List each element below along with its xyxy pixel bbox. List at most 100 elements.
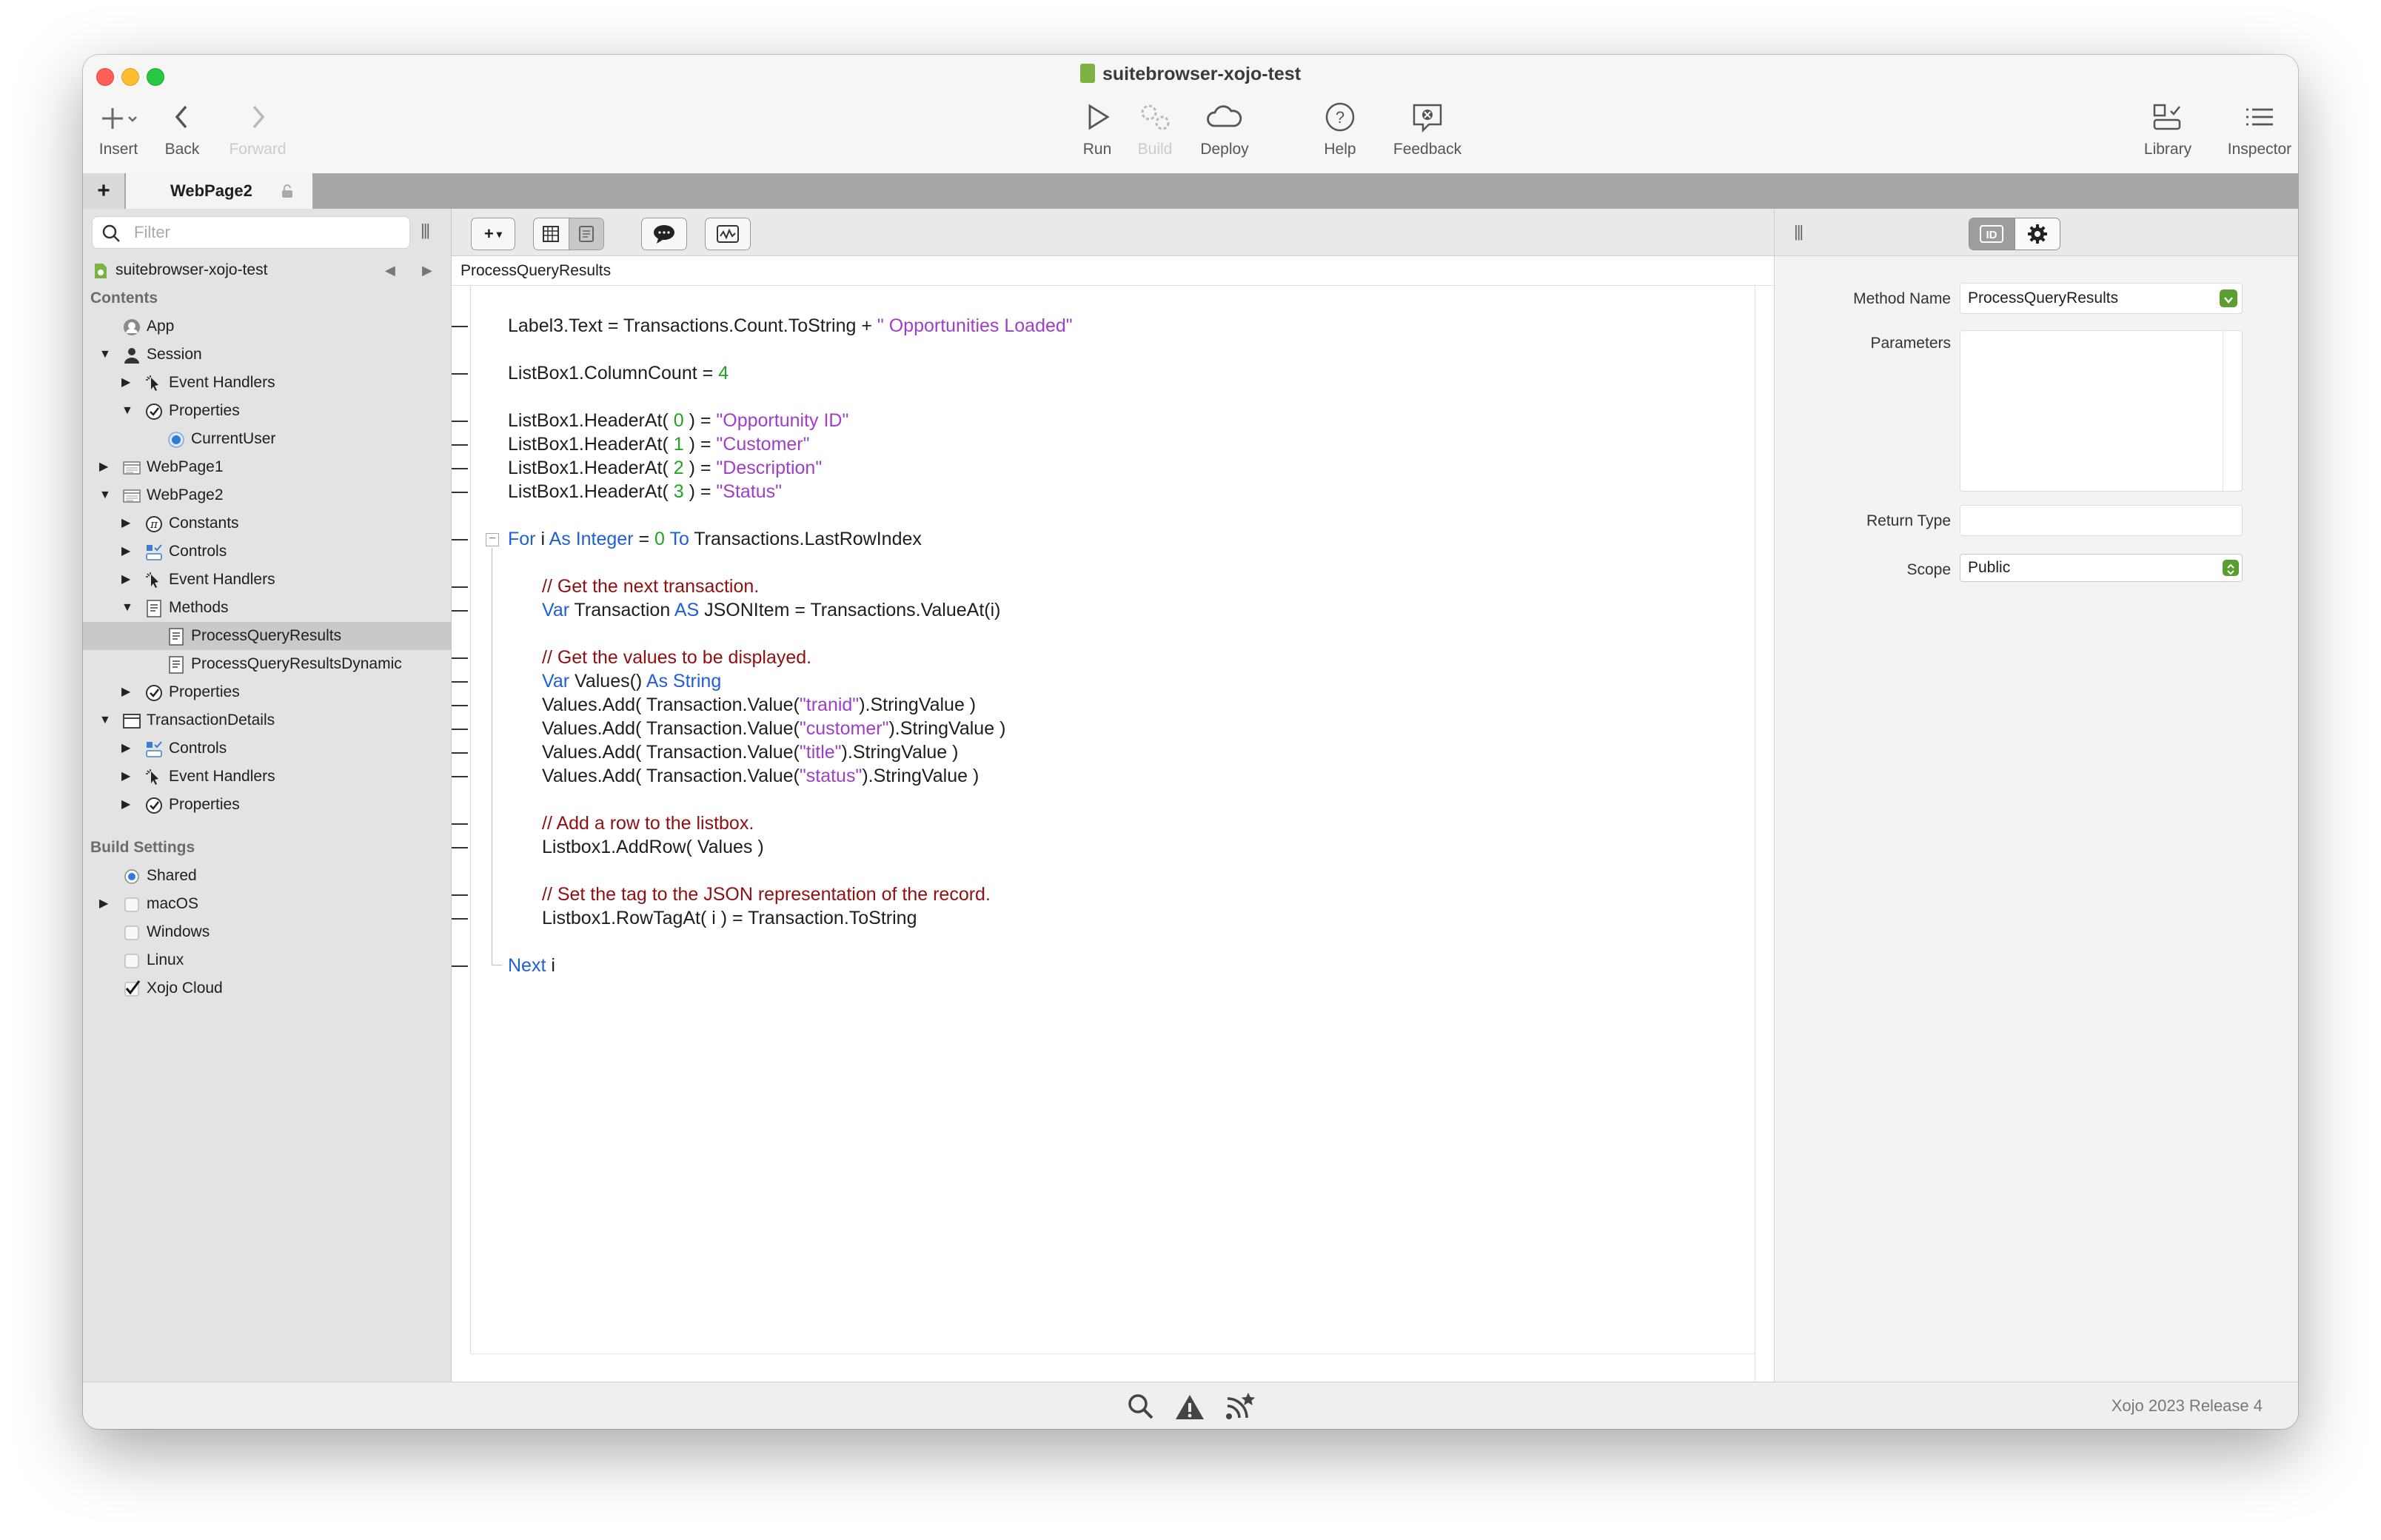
line-marker[interactable] <box>452 894 468 896</box>
disclosure-closed-icon[interactable]: ▶ <box>121 763 130 791</box>
disclosure-open-icon[interactable]: ▼ <box>99 706 111 734</box>
code-line[interactable]: Values.Add( Transaction.Value("title").S… <box>542 740 958 764</box>
line-marker[interactable] <box>452 681 468 683</box>
disclosure-closed-icon[interactable]: ▶ <box>121 791 130 819</box>
tree-item[interactable]: ▼ TransactionDetails <box>83 706 451 734</box>
tree-item[interactable]: CurrentUser <box>83 425 451 453</box>
disclosure-closed-icon[interactable]: ▶ <box>99 890 108 918</box>
insert-button[interactable]: Insert <box>83 99 154 158</box>
tree-item[interactable]: ▶ Event Handlers <box>83 369 451 397</box>
code-line[interactable]: ListBox1.HeaderAt( 0 ) = "Opportunity ID… <box>508 409 848 432</box>
disclosure-closed-icon[interactable]: ▶ <box>121 369 130 397</box>
line-marker[interactable] <box>452 539 468 540</box>
add-item-button[interactable]: + ▾ <box>471 218 515 250</box>
line-marker[interactable] <box>452 965 468 967</box>
disclosure-closed-icon[interactable]: ▶ <box>121 734 130 763</box>
disclosure-open-icon[interactable]: ▼ <box>121 594 133 622</box>
nav-previous-icon[interactable]: ◀ <box>385 256 395 284</box>
nav-next-icon[interactable]: ▶ <box>422 256 432 284</box>
tree-item[interactable]: ▶ Properties <box>83 678 451 706</box>
code-area[interactable]: Label3.Text = Transactions.Count.ToStrin… <box>471 286 1755 1353</box>
tree-item[interactable]: App <box>83 312 451 341</box>
code-line[interactable]: For i As Integer = 0 To Transactions.Las… <box>508 527 922 551</box>
column-toggle-icon[interactable]: ||| <box>1794 222 1804 241</box>
checkbox-checked-icon[interactable] <box>123 980 141 997</box>
disclosure-closed-icon[interactable]: ▶ <box>121 509 130 538</box>
tree-item[interactable]: ▶ Controls <box>83 538 451 566</box>
code-line[interactable]: ListBox1.HeaderAt( 1 ) = "Customer" <box>508 432 810 456</box>
tree-item[interactable]: ▶ Controls <box>83 734 451 763</box>
code-line[interactable]: Listbox1.RowTagAt( i ) = Transaction.ToS… <box>542 906 917 930</box>
horizontal-scrollbar[interactable] <box>471 1353 1755 1382</box>
code-line[interactable]: Values.Add( Transaction.Value("customer"… <box>542 717 1005 740</box>
tree-item[interactable]: ▶ π Constants <box>83 509 451 538</box>
scope-select[interactable]: Public <box>1960 554 2243 582</box>
code-line[interactable]: ListBox1.HeaderAt( 2 ) = "Description" <box>508 456 822 480</box>
code-line[interactable]: Values.Add( Transaction.Value("tranid").… <box>542 693 976 717</box>
line-marker[interactable] <box>452 918 468 920</box>
tree-item[interactable]: ProcessQueryResults <box>83 622 451 650</box>
disclosure-closed-icon[interactable]: ▶ <box>121 678 130 706</box>
disclosure-closed-icon[interactable]: ▶ <box>99 453 108 481</box>
grid-view-icon[interactable] <box>534 218 569 250</box>
line-marker[interactable] <box>452 421 468 422</box>
line-marker[interactable] <box>452 468 468 469</box>
method-name-dropdown-icon[interactable] <box>2220 289 2237 307</box>
tree-item[interactable]: ProcessQueryResultsDynamic <box>83 650 451 678</box>
tree-item[interactable]: ▶ Event Handlers <box>83 566 451 594</box>
tree-item[interactable]: Shared <box>83 862 451 890</box>
line-marker[interactable] <box>452 657 468 659</box>
fold-toggle-icon[interactable]: − <box>486 533 499 546</box>
tree-item[interactable]: ▶ WebPage1 <box>83 453 451 481</box>
feed-star-icon[interactable] <box>1225 1391 1256 1421</box>
code-line[interactable]: // Get the next transaction. <box>542 575 759 598</box>
code-line[interactable]: ListBox1.HeaderAt( 3 ) = "Status" <box>508 480 782 503</box>
build-button[interactable]: Build <box>1119 99 1190 158</box>
filter-input[interactable]: Filter <box>92 216 410 249</box>
tree-item[interactable]: ▼ Properties <box>83 397 451 425</box>
disclosure-closed-icon[interactable]: ▶ <box>121 566 130 594</box>
disclosure-open-icon[interactable]: ▼ <box>99 481 111 509</box>
code-line[interactable]: Label3.Text = Transactions.Count.ToStrin… <box>508 314 1073 338</box>
disclosure-open-icon[interactable]: ▼ <box>99 341 111 369</box>
constants-button[interactable] <box>705 218 751 250</box>
tree-item[interactable]: ▼ WebPage2 <box>83 481 451 509</box>
checkbox-icon[interactable] <box>123 923 141 941</box>
code-line[interactable]: Listbox1.AddRow( Values ) <box>542 835 764 859</box>
code-line[interactable]: // Add a row to the listbox. <box>542 811 754 835</box>
project-root-item[interactable]: suitebrowser-xojo-test ◀ ▶ <box>83 256 451 284</box>
code-line[interactable]: ListBox1.ColumnCount = 4 <box>508 361 729 385</box>
tree-item[interactable]: Linux <box>83 946 451 974</box>
code-line[interactable]: // Set the tag to the JSON representatio… <box>542 883 991 906</box>
line-marker[interactable] <box>452 610 468 612</box>
line-marker[interactable] <box>452 776 468 777</box>
tree-item[interactable]: Windows <box>83 918 451 946</box>
vertical-scrollbar[interactable] <box>1755 286 1774 1382</box>
tree-item[interactable]: ▼ Session <box>83 341 451 369</box>
parameters-field[interactable] <box>1960 330 2243 492</box>
code-line[interactable]: Var Values() As String <box>542 669 721 693</box>
code-view-icon[interactable] <box>569 218 603 250</box>
checkbox-icon[interactable] <box>123 895 141 913</box>
inspector-button[interactable]: Inspector <box>2221 99 2298 158</box>
method-name-field[interactable]: ProcessQueryResults <box>1960 283 2243 314</box>
line-marker[interactable] <box>452 752 468 754</box>
feedback-button[interactable]: Feedback <box>1383 99 1472 158</box>
back-button[interactable]: Back <box>147 99 218 158</box>
code-line[interactable]: Next i <box>508 954 555 977</box>
lock-icon[interactable] <box>281 184 293 198</box>
library-button[interactable]: Library <box>2132 99 2203 158</box>
tree-item[interactable]: ▶ macOS <box>83 890 451 918</box>
line-marker[interactable] <box>452 705 468 706</box>
column-toggle-icon[interactable]: ||| <box>421 221 430 240</box>
search-icon[interactable] <box>1127 1393 1155 1421</box>
warning-icon[interactable] <box>1174 1393 1205 1421</box>
comment-button[interactable] <box>641 218 687 250</box>
line-marker[interactable] <box>452 444 468 446</box>
help-button[interactable]: ? Help <box>1305 99 1376 158</box>
disclosure-closed-icon[interactable]: ▶ <box>121 538 130 566</box>
forward-button[interactable]: Forward <box>222 99 293 158</box>
tab-webpage2[interactable]: WebPage2 <box>126 173 312 209</box>
code-line[interactable]: Values.Add( Transaction.Value("status").… <box>542 764 979 788</box>
parameters-scrollbar[interactable] <box>2223 331 2242 491</box>
